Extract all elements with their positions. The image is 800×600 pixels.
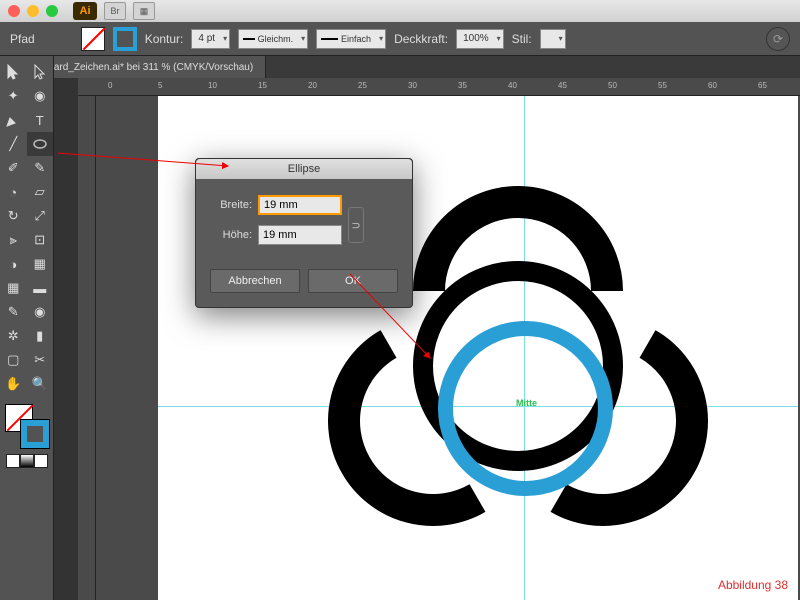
direct-selection-tool[interactable] (27, 60, 54, 84)
paintbrush-tool[interactable]: ✐ (0, 156, 27, 180)
color-mode-row (6, 454, 48, 468)
symbol-sprayer-tool[interactable]: ✲ (0, 324, 27, 348)
perspective-grid-tool[interactable]: ▦ (27, 252, 54, 276)
pen-tool[interactable] (0, 108, 27, 132)
minimize-window-button[interactable] (27, 5, 39, 17)
ellipse-dialog: Ellipse Breite: Höhe: ⊃ Abbrechen OK (195, 158, 413, 308)
ellipse-tool[interactable] (27, 132, 54, 156)
opacity-label: Deckkraft: (394, 32, 448, 46)
line-tool[interactable]: ╱ (0, 132, 27, 156)
free-transform-tool[interactable]: ⊡ (27, 228, 54, 252)
selection-tool[interactable] (0, 60, 27, 84)
artboard-tool[interactable]: ▢ (0, 348, 27, 372)
width-tool[interactable]: ⫸ (0, 228, 27, 252)
zoom-tool[interactable]: 🔍 (27, 372, 54, 396)
color-mode-none[interactable] (34, 454, 48, 468)
gradient-tool[interactable]: ▬ (27, 276, 54, 300)
column-graph-tool[interactable]: ▮ (27, 324, 54, 348)
opacity-dropdown[interactable]: 100% (456, 29, 504, 49)
stroke-dash-dropdown[interactable]: Gleichm. (238, 29, 308, 49)
width-input[interactable] (258, 195, 342, 215)
scale-tool[interactable]: ⤢ (27, 204, 54, 228)
magic-wand-tool[interactable]: ✦ (0, 84, 27, 108)
slice-tool[interactable]: ✂ (27, 348, 54, 372)
window-titlebar: Ai Br ▦ (0, 0, 800, 22)
stroke-weight-dropdown[interactable]: 4 pt (191, 29, 230, 49)
style-label: Stil: (512, 32, 532, 46)
app-icon: Ai (73, 2, 97, 20)
bridge-button[interactable]: Br (104, 2, 126, 20)
dialog-title: Ellipse (196, 159, 412, 179)
rotate-tool[interactable]: ↻ (0, 204, 27, 228)
fill-swatch[interactable] (81, 27, 105, 51)
shape-builder-tool[interactable]: ◑ (0, 252, 27, 276)
fill-stroke-control[interactable] (5, 404, 49, 448)
constrain-proportions-icon[interactable]: ⊃ (348, 207, 364, 243)
tools-panel: ✦◉ T ╱ ✐✎ ◔▱ ↻⤢ ⫸⊡ ◑▦ ▦▬ ✎◉ ✲▮ ▢✂ ✋🔍 (0, 56, 54, 600)
stroke-color-icon[interactable] (21, 420, 49, 448)
smart-guide-label: Mitte (516, 398, 537, 408)
eraser-tool[interactable]: ▱ (27, 180, 54, 204)
document-title: Biohazard_Zeichen.ai* bei 311 % (CMYK/Vo… (23, 62, 253, 73)
close-window-button[interactable] (8, 5, 20, 17)
mesh-tool[interactable]: ▦ (0, 276, 27, 300)
stroke-swatch[interactable] (113, 27, 137, 51)
color-mode-color[interactable] (6, 454, 20, 468)
height-input[interactable] (258, 225, 342, 245)
selection-type-label: Pfad (10, 32, 35, 46)
blob-brush-tool[interactable]: ◔ (0, 180, 27, 204)
document-tab-bar: × Biohazard_Zeichen.ai* bei 311 % (CMYK/… (0, 56, 800, 78)
figure-caption: Abbildung 38 (718, 578, 788, 592)
blend-tool[interactable]: ◉ (27, 300, 54, 324)
stroke-label: Kontur: (145, 32, 184, 46)
arrange-docs-button[interactable]: ▦ (133, 2, 155, 20)
lasso-tool[interactable]: ◉ (27, 84, 54, 108)
pencil-tool[interactable]: ✎ (27, 156, 54, 180)
eyedropper-tool[interactable]: ✎ (0, 300, 27, 324)
selected-ellipse[interactable] (438, 321, 613, 496)
vertical-ruler[interactable] (78, 96, 96, 600)
height-label: Höhe: (210, 229, 252, 241)
sync-icon[interactable]: ⟳ (766, 27, 790, 51)
hand-tool[interactable]: ✋ (0, 372, 27, 396)
ok-button[interactable]: OK (308, 269, 398, 293)
cancel-button[interactable]: Abbrechen (210, 269, 300, 293)
zoom-window-button[interactable] (46, 5, 58, 17)
stroke-profile-dropdown[interactable]: Einfach (316, 29, 386, 49)
options-bar: Pfad Kontur: 4 pt Gleichm. Einfach Deckk… (0, 22, 800, 56)
color-mode-gradient[interactable] (20, 454, 34, 468)
graphic-style-dropdown[interactable] (540, 29, 566, 49)
horizontal-ruler[interactable]: 05101520253035404550556065 (78, 78, 800, 96)
type-tool[interactable]: T (27, 108, 54, 132)
width-label: Breite: (210, 199, 252, 211)
